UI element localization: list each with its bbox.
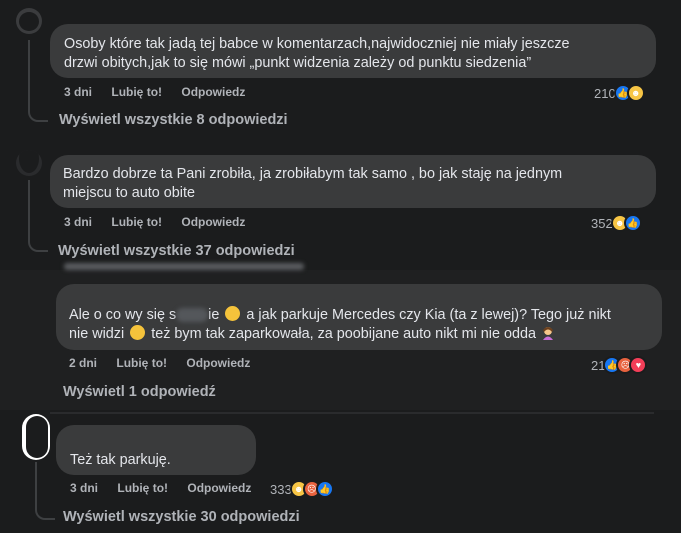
reply-button[interactable]: Odpowiedz bbox=[186, 356, 250, 370]
comment-text-line: Też tak parkuję. bbox=[70, 452, 171, 468]
comment-text-line: Ale o co wy się s ie a jak parkuje Merced… bbox=[69, 306, 611, 325]
comment-text-line: Bardzo dobrze ta Pani zrobiła, ja zrobił… bbox=[63, 166, 563, 182]
reply-button[interactable]: Odpowiedz bbox=[181, 85, 245, 99]
view-replies-link[interactable]: Wyświetl wszystkie 37 odpowiedzi bbox=[58, 243, 295, 259]
comment-text: Ale o co wy się s bbox=[69, 307, 177, 323]
like-button[interactable]: Lubię to! bbox=[116, 356, 167, 370]
love-icon: ♥ bbox=[629, 356, 648, 374]
view-replies-link[interactable]: Wyświetl 1 odpowiedź bbox=[63, 384, 216, 400]
timestamp[interactable]: 3 dni bbox=[70, 481, 98, 495]
comment-actions: 3 dni Lubię to! Odpowiedz bbox=[70, 481, 267, 495]
view-replies-link[interactable]: Wyświetl wszystkie 30 odpowiedzi bbox=[63, 509, 300, 525]
comment-text: nie widzi bbox=[69, 326, 125, 342]
reaction-count: 210 bbox=[594, 85, 616, 101]
divider bbox=[50, 412, 654, 414]
comment-text-line: drzwi obitych,jak to się mówi „punkt wid… bbox=[64, 55, 532, 71]
timestamp[interactable]: 2 dni bbox=[69, 356, 97, 370]
like-button[interactable]: Lubię to! bbox=[111, 215, 162, 229]
reaction-summary[interactable]: 352 ☻ 👍 bbox=[591, 214, 642, 232]
comment-text-line: nie widzi też bym tak zaparkowała, za po… bbox=[69, 325, 556, 344]
comment-bubble: Osoby które tak jadą tej babce w komenta… bbox=[50, 24, 656, 78]
timestamp[interactable]: 3 dni bbox=[64, 85, 92, 99]
timestamp[interactable]: 3 dni bbox=[64, 215, 92, 229]
avatar[interactable] bbox=[16, 150, 42, 176]
comment-actions: 3 dni Lubię to! Odpowiedz bbox=[64, 85, 261, 99]
thread-line bbox=[28, 180, 48, 252]
redacted-text bbox=[176, 308, 209, 323]
comment-text: też bym tak zaparkowała, za poobijane au… bbox=[147, 326, 536, 342]
like-button[interactable]: Lubię to! bbox=[111, 85, 162, 99]
view-replies-link[interactable]: Wyświetl wszystkie 8 odpowiedzi bbox=[59, 112, 288, 128]
reaction-summary[interactable]: 210 👍 ☻ bbox=[594, 84, 645, 102]
comment-text: a jak parkuje Mercedes czy Kia (ta z lew… bbox=[242, 307, 611, 323]
thread-line bbox=[28, 40, 48, 122]
comment-bubble: Też tak parkuję. bbox=[56, 425, 256, 475]
like-icon: 👍 bbox=[623, 214, 642, 232]
reply-button[interactable]: Odpowiedz bbox=[181, 215, 245, 229]
like-icon: 👍 bbox=[315, 480, 334, 498]
reaction-count: 352 bbox=[591, 215, 613, 231]
rofl-emoji-icon bbox=[130, 325, 146, 340]
avatar[interactable] bbox=[16, 8, 42, 34]
haha-icon: ☻ bbox=[626, 84, 645, 102]
comment-text-line: miejscu to auto obite bbox=[63, 185, 195, 201]
avatar[interactable] bbox=[22, 414, 50, 460]
comment-bubble: Bardzo dobrze ta Pani zrobiła, ja zrobił… bbox=[50, 155, 656, 208]
cropped-text bbox=[64, 263, 304, 270]
reaction-summary[interactable]: 21 👍 ☹ ♥ bbox=[591, 356, 648, 374]
comment-text-line: Osoby które tak jadą tej babce w komenta… bbox=[64, 36, 570, 52]
woman-gesturing-icon bbox=[542, 327, 553, 340]
comment-actions: 3 dni Lubię to! Odpowiedz bbox=[64, 215, 261, 229]
reaction-count: 333 bbox=[270, 481, 292, 497]
comment-text: ie bbox=[208, 307, 220, 323]
like-button[interactable]: Lubię to! bbox=[117, 481, 168, 495]
rofl-emoji-icon bbox=[225, 306, 241, 321]
comment-actions: 2 dni Lubię to! Odpowiedz bbox=[69, 356, 266, 370]
reply-button[interactable]: Odpowiedz bbox=[187, 481, 251, 495]
reaction-summary[interactable]: 333 ☻ ☹ 👍 bbox=[270, 480, 334, 498]
thread-line bbox=[35, 462, 55, 520]
comment-bubble: Ale o co wy się s ie a jak parkuje Merced… bbox=[56, 284, 662, 350]
